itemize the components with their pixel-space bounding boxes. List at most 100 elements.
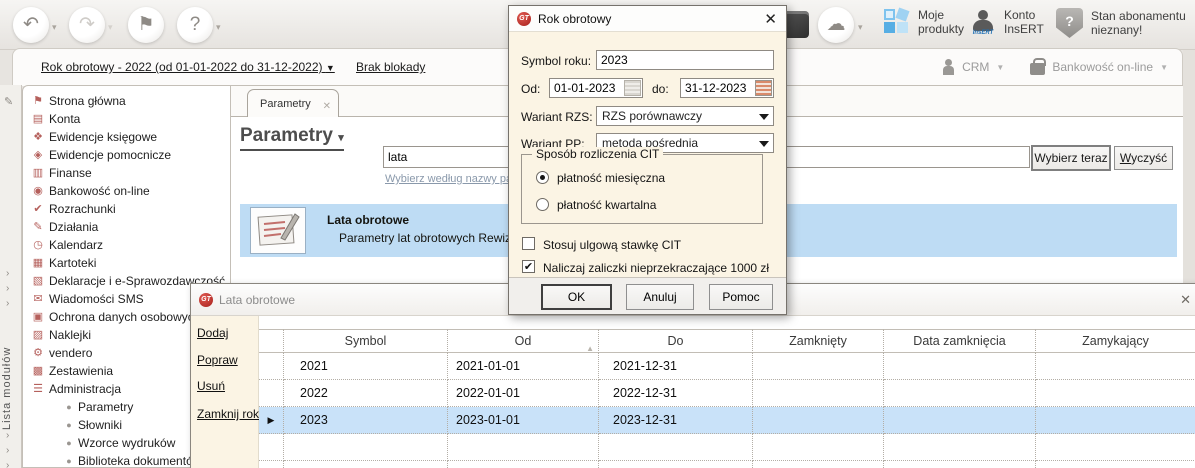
action-link-popraw[interactable]: Popraw [197, 353, 238, 367]
column-header-symbol[interactable]: Symbol [284, 329, 448, 353]
stan-abonamentu-button[interactable]: ? Stan abonamentu nieznany! [1056, 8, 1186, 38]
table-cell [284, 461, 448, 468]
row-indicator-cell [259, 461, 284, 468]
page-title[interactable]: Parametry ▾ [240, 125, 344, 151]
table-cell: 2023 [284, 407, 448, 434]
banking-dropdown-icon[interactable]: ▼ [1160, 63, 1168, 72]
ok-button[interactable]: OK [541, 284, 612, 310]
table-cell [884, 434, 1036, 461]
cloud-dropdown-icon[interactable]: ▾ [858, 22, 863, 33]
table-cell [884, 461, 1036, 468]
forward-dropdown-icon[interactable]: ▾ [108, 22, 113, 33]
back-dropdown-icon[interactable]: ▾ [52, 22, 57, 33]
column-header-od[interactable]: Od▲ [448, 329, 599, 353]
clear-button[interactable]: Wyczyść [1114, 146, 1173, 170]
column-header-zamykający[interactable]: Zamykający [1036, 329, 1195, 353]
products-grid-icon [884, 9, 910, 35]
clear-label: yczyść [1131, 151, 1167, 165]
crm-dropdown-icon[interactable]: ▼ [996, 63, 1004, 72]
radio-platnosc-kwartalna[interactable] [536, 198, 549, 211]
gt-logo-icon: GT [199, 293, 213, 307]
table-cell [753, 461, 884, 468]
konto-insert-label: Konto InsERT [1004, 8, 1044, 36]
action-link-usuń[interactable]: Usuń [197, 379, 225, 393]
sidebar-item-kalendarz[interactable]: ◷Kalendarz [23, 236, 230, 254]
dialog-titlebar[interactable]: GT Rok obrotowy ✕ [509, 6, 786, 32]
chevron-icon: › [6, 298, 9, 309]
checkbox-stosuj-ulgowa-stawke[interactable] [522, 237, 535, 250]
fiscal-year-selector-link[interactable]: Rok obrotowy - 2022 (od 01-01-2022 do 31… [41, 60, 335, 74]
back-arrow-icon[interactable]: ↶ [13, 7, 49, 43]
row-indicator-cell [259, 434, 284, 461]
fiscal-years-table[interactable]: SymbolOd▲DoZamkniętyData zamknięciaZamyk… [259, 329, 1195, 468]
wariant-rzs-label: Wariant RZS: [521, 110, 593, 124]
sidebar-item-działania[interactable]: ✎Działania [23, 218, 230, 236]
action-link-zamknij-rok[interactable]: Zamknij rok [197, 407, 259, 421]
help-dropdown-icon[interactable]: ▾ [216, 22, 221, 33]
dialog-close-icon[interactable]: ✕ [764, 10, 777, 28]
sidebar-item-label: Ochrona danych osobowych [49, 310, 200, 324]
od-calendar-icon[interactable] [624, 80, 641, 96]
table-row-2023[interactable]: ▶20232023-01-012023-12-31 [259, 407, 1195, 434]
sidebar-item-ewidencje-pomocnicze[interactable]: ◈Ewidencje pomocnicze [23, 146, 230, 164]
sidebar-item-finanse[interactable]: ▥Finanse [23, 164, 230, 182]
table-row-empty [259, 461, 1195, 468]
tab-close-icon[interactable]: ✕ [323, 93, 331, 121]
column-header-do[interactable]: Do [599, 329, 753, 353]
sidebar-item-ewidencje-księgowe[interactable]: ❖Ewidencje księgowe [23, 128, 230, 146]
flag-icon[interactable]: ⚑ [128, 7, 164, 43]
wariant-rzs-select[interactable]: RZS porównawczy [596, 106, 774, 126]
sidebar-item-strona-główna[interactable]: ⚑Strona główna [23, 92, 230, 110]
table-cell [599, 434, 753, 461]
sidebar-item-kartoteki[interactable]: ▦Kartoteki [23, 254, 230, 272]
banking-label[interactable]: Bankowość on-line [1052, 60, 1153, 74]
sidebar-item-label: Ewidencje księgowe [49, 130, 157, 144]
sidebar-item-konta[interactable]: ▤Konta [23, 110, 230, 128]
table-row-2022[interactable]: 20222022-01-012022-12-31 [259, 380, 1195, 407]
settlements-icon: ✔ [30, 200, 46, 218]
dialog-title: Rok obrotowy [538, 12, 611, 26]
sidebar-item-label: Wzorce wydruków [78, 436, 175, 450]
cloud-sync-icon[interactable]: ☁ [818, 7, 854, 43]
lata-obrotowe-close-icon[interactable]: ✕ [1180, 292, 1191, 308]
sidebar-item-bankowość-on-line[interactable]: ◉Bankowość on-line [23, 182, 230, 200]
konto-insert-button[interactable]: InsERT Konto InsERT [970, 8, 1044, 36]
help-icon[interactable]: ? [177, 7, 213, 43]
select-now-button[interactable]: Wybierz teraz [1031, 145, 1111, 171]
sidebar-item-label: Finanse [49, 166, 92, 180]
column-header-indicator[interactable] [259, 329, 284, 353]
sidebar-item-rozrachunki[interactable]: ✔Rozrachunki [23, 200, 230, 218]
pin-icon[interactable]: ✎ [4, 95, 13, 108]
lata-obrotowe-title: Lata obrotowe [219, 293, 295, 307]
table-cell [884, 380, 1036, 407]
table-cell: 2022-01-01 [448, 380, 599, 407]
table-row-2021[interactable]: 20212021-01-012021-12-31 [259, 353, 1195, 380]
radio-platnosc-miesieczna[interactable] [536, 171, 549, 184]
tab-parametry[interactable]: Parametry ✕ [247, 89, 339, 117]
checkbox-naliczaj-zaliczki[interactable]: ✔ [522, 260, 535, 273]
cancel-button[interactable]: Anuluj [626, 284, 694, 310]
crm-label[interactable]: CRM [962, 60, 989, 74]
table-cell: 2023-12-31 [599, 407, 753, 434]
symbol-roku-label: Symbol roku: [521, 54, 591, 68]
table-cell [1036, 407, 1195, 434]
sidebar-item-label: Parametry [78, 400, 133, 414]
forward-arrow-icon[interactable]: ↷ [69, 7, 105, 43]
do-calendar-icon[interactable] [755, 80, 772, 96]
column-header-data-zamknięcia[interactable]: Data zamknięcia [884, 329, 1036, 353]
bullet-icon: ● [61, 398, 77, 416]
user-account-icon: InsERT [970, 9, 996, 35]
sidebar-item-label: Konta [49, 112, 80, 126]
checkbox-cit-label: Stosuj ulgową stawkę CIT [543, 238, 681, 252]
help-button[interactable]: Pomoc [709, 284, 773, 310]
result-title: Lata obrotowe [327, 213, 409, 227]
action-link-dodaj[interactable]: Dodaj [197, 326, 228, 340]
cit-groupbox: Sposób rozliczenia CIT płatność miesięcz… [521, 154, 763, 224]
lock-status-link[interactable]: Brak blokady [356, 60, 425, 74]
moje-produkty-label: Moje produkty [918, 8, 964, 36]
declarations-icon: ▧ [30, 272, 46, 290]
column-header-zamknięty[interactable]: Zamknięty [753, 329, 884, 353]
symbol-roku-input[interactable] [596, 50, 774, 70]
gt-logo-icon: GT [517, 12, 531, 26]
moje-produkty-button[interactable]: Moje produkty [884, 8, 964, 36]
